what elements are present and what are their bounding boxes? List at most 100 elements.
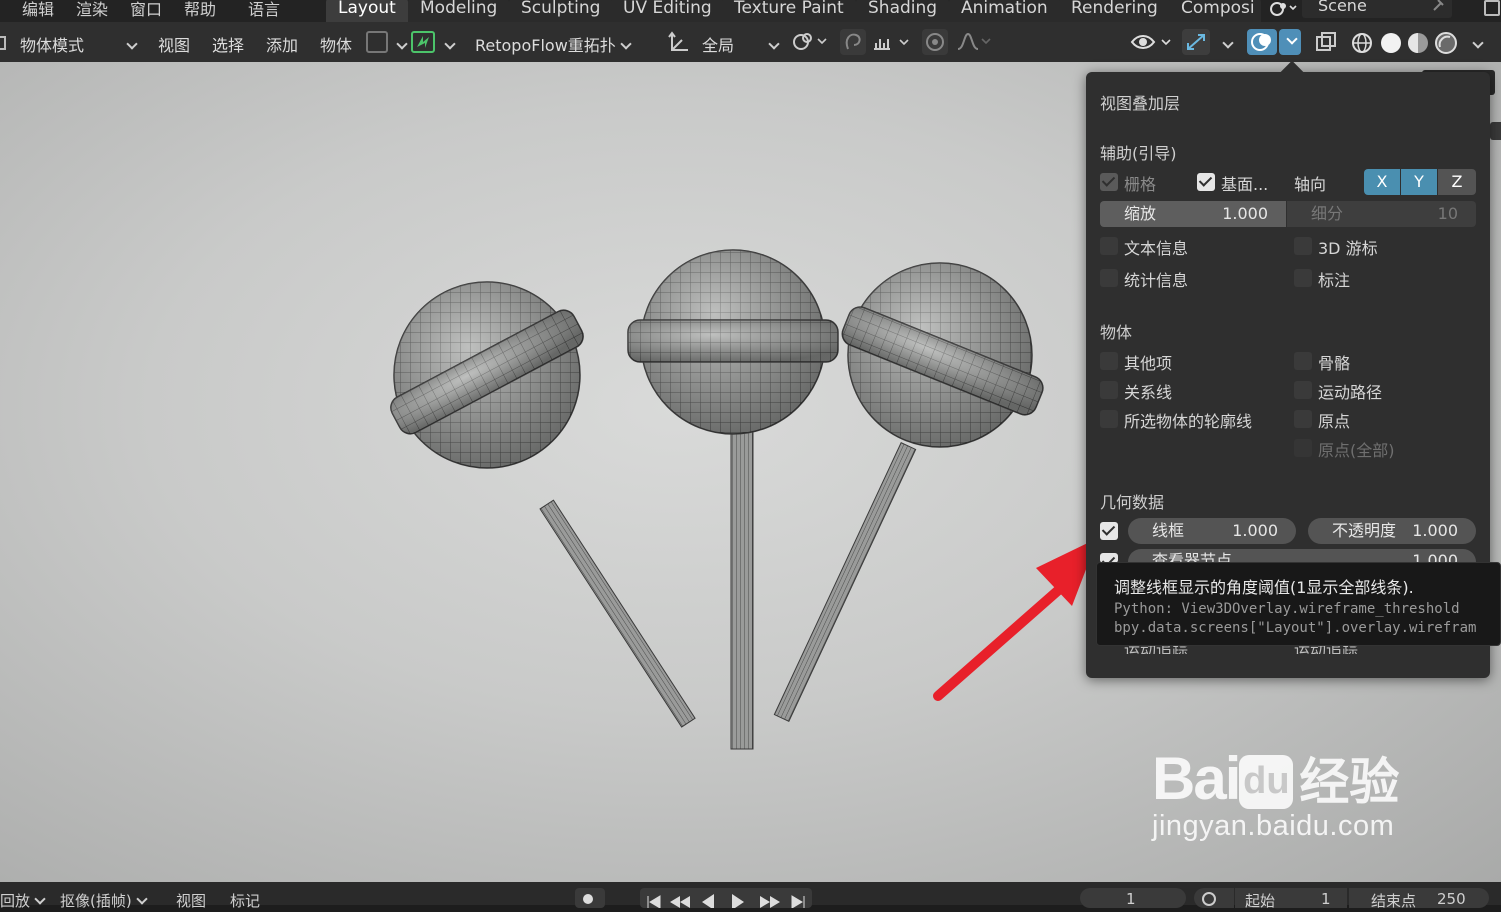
relationship-lines-checkbox[interactable]: [1100, 381, 1118, 399]
auto-keying-button[interactable]: [575, 888, 605, 908]
material-shading-icon[interactable]: [1406, 31, 1430, 55]
axes-label: 轴向: [1294, 175, 1327, 194]
overlays-dropdown[interactable]: [1279, 29, 1301, 55]
menu-language[interactable]: 语言: [248, 0, 280, 20]
transform-space-label: 全局: [702, 36, 735, 55]
chevron-down-icon: [136, 893, 148, 905]
menu-object[interactable]: 物体: [320, 32, 352, 56]
viewer-node-field[interactable]: 查看器节点 1.000: [1128, 549, 1476, 563]
transform-space-selector[interactable]: 全局: [702, 32, 780, 56]
solid-shading-icon[interactable]: [1379, 31, 1403, 55]
visibility-icon[interactable]: [1130, 30, 1174, 54]
grid-label: 栅格: [1124, 175, 1157, 194]
gizmo-toggle-icon[interactable]: [366, 31, 388, 53]
grid-scale-field[interactable]: 缩放 1.000: [1100, 201, 1286, 227]
tab-modeling[interactable]: Modeling: [408, 0, 510, 22]
menu-edit[interactable]: 编辑: [22, 0, 54, 20]
keying-menu[interactable]: 抠像(插帧): [60, 890, 148, 911]
menu-select[interactable]: 选择: [212, 32, 244, 56]
axis-x-toggle[interactable]: X: [1364, 169, 1400, 195]
preview-range-icon[interactable]: [1194, 888, 1234, 908]
top-menu-bar: 编辑 渲染 窗口 帮助 语言 Layout Modeling Sculpting…: [0, 0, 1501, 22]
outline-selected-checkbox[interactable]: [1100, 410, 1118, 428]
watermark-url: jingyan.baidu.com: [1152, 810, 1395, 842]
extras-checkbox[interactable]: [1100, 352, 1118, 370]
baidu-watermark: Baidu 经验 jingyan.baidu.com: [1152, 742, 1399, 843]
chevron-down-icon[interactable]: [1472, 37, 1484, 49]
origins-all-checkbox[interactable]: [1294, 439, 1312, 457]
annotations-label: 标注: [1318, 271, 1351, 290]
mode-selector[interactable]: 物体模式: [20, 32, 138, 56]
wireframe-label: 线框: [1152, 521, 1185, 540]
current-frame-value: 1: [1126, 890, 1136, 908]
chevron-down-icon[interactable]: [396, 38, 408, 50]
bones-checkbox[interactable]: [1294, 352, 1312, 370]
snap-toggle-icon[interactable]: [840, 29, 866, 55]
tab-layout[interactable]: Layout: [326, 0, 408, 22]
tab-sculpting[interactable]: Sculpting: [509, 0, 613, 22]
3d-cursor-checkbox[interactable]: [1294, 237, 1312, 255]
xray-toggle-icon[interactable]: [1314, 31, 1338, 53]
annotations-checkbox[interactable]: [1294, 269, 1312, 287]
3d-cursor-label: 3D 游标: [1318, 239, 1378, 258]
marker-menu[interactable]: 标记: [230, 890, 260, 911]
new-scene-icon[interactable]: [1484, 0, 1500, 16]
wireframe-shading-icon[interactable]: [1350, 31, 1374, 55]
tab-texture-paint[interactable]: Texture Paint: [722, 0, 856, 22]
tab-compositing[interactable]: Composi: [1169, 0, 1261, 22]
menu-add[interactable]: 添加: [266, 32, 298, 56]
statistics-checkbox[interactable]: [1100, 269, 1118, 287]
overlays-toggle-icon[interactable]: [1247, 29, 1277, 55]
origins-checkbox[interactable]: [1294, 410, 1312, 428]
wireframe-value: 1.000: [1232, 521, 1278, 540]
end-frame-field[interactable]: 结束点 250: [1349, 888, 1489, 910]
transform-orientation-icon[interactable]: [668, 30, 692, 54]
chevron-down-icon[interactable]: [444, 38, 456, 50]
menu-render[interactable]: 渲染: [76, 0, 108, 20]
snap-target-icon[interactable]: [872, 33, 912, 53]
proportional-edit-icon[interactable]: [922, 29, 948, 55]
start-frame-label: 起始: [1245, 892, 1276, 910]
opacity-label: 不透明度: [1332, 521, 1397, 540]
tab-uv-editing[interactable]: UV Editing: [611, 0, 724, 22]
tab-animation[interactable]: Animation: [949, 0, 1060, 22]
pivot-point-icon[interactable]: [790, 31, 830, 53]
popover-title: 视图叠加层: [1100, 94, 1181, 113]
sidebar-toggle[interactable]: [1490, 122, 1501, 140]
timeline-view-menu[interactable]: 视图: [176, 890, 206, 911]
text-info-checkbox[interactable]: [1100, 237, 1118, 255]
grid-subdivisions-field[interactable]: 细分 10: [1287, 201, 1476, 227]
current-frame-field[interactable]: 1: [1080, 888, 1186, 908]
menu-window[interactable]: 窗口: [130, 0, 162, 20]
axis-z-toggle[interactable]: Z: [1438, 169, 1476, 195]
falloff-icon[interactable]: [956, 31, 992, 53]
tab-shading[interactable]: Shading: [856, 0, 950, 22]
retopoflow-menu[interactable]: RetopoFlow重拓扑: [475, 32, 632, 56]
scene-selector[interactable]: Scene: [1302, 0, 1452, 18]
rendered-shading-icon[interactable]: [1434, 31, 1458, 55]
tab-rendering[interactable]: Rendering: [1059, 0, 1170, 22]
wireframe-opacity-field[interactable]: 不透明度 1.000: [1308, 518, 1476, 544]
scene-type-icon[interactable]: [1268, 0, 1298, 18]
wireframe-threshold-field[interactable]: 线框 1.000: [1128, 518, 1296, 544]
start-frame-field[interactable]: 起始 1: [1235, 888, 1347, 910]
grid-subdivisions-label: 细分: [1311, 204, 1344, 223]
grid-checkbox[interactable]: [1100, 173, 1118, 191]
pin-icon[interactable]: [1430, 0, 1446, 19]
editor-type-icon[interactable]: [0, 36, 6, 50]
floor-checkbox[interactable]: [1197, 173, 1215, 191]
gizmo-icon[interactable]: [1182, 29, 1210, 55]
playback-controls: [640, 888, 812, 910]
viewer-node-value: 1.000: [1412, 551, 1458, 563]
axis-y-toggle[interactable]: Y: [1401, 169, 1437, 195]
origins-all-label: 原点(全部): [1318, 441, 1395, 460]
motion-paths-checkbox[interactable]: [1294, 381, 1312, 399]
menu-view[interactable]: 视图: [158, 32, 190, 56]
menu-help[interactable]: 帮助: [184, 0, 216, 20]
playback-menu[interactable]: 回放: [0, 890, 46, 911]
wireframe-checkbox[interactable]: [1100, 522, 1118, 540]
jump-end-icon: [791, 895, 805, 909]
outline-selected-label: 所选物体的轮廓线: [1124, 412, 1253, 431]
chevron-down-icon[interactable]: [1222, 37, 1234, 49]
retopo-icon[interactable]: [411, 31, 435, 53]
